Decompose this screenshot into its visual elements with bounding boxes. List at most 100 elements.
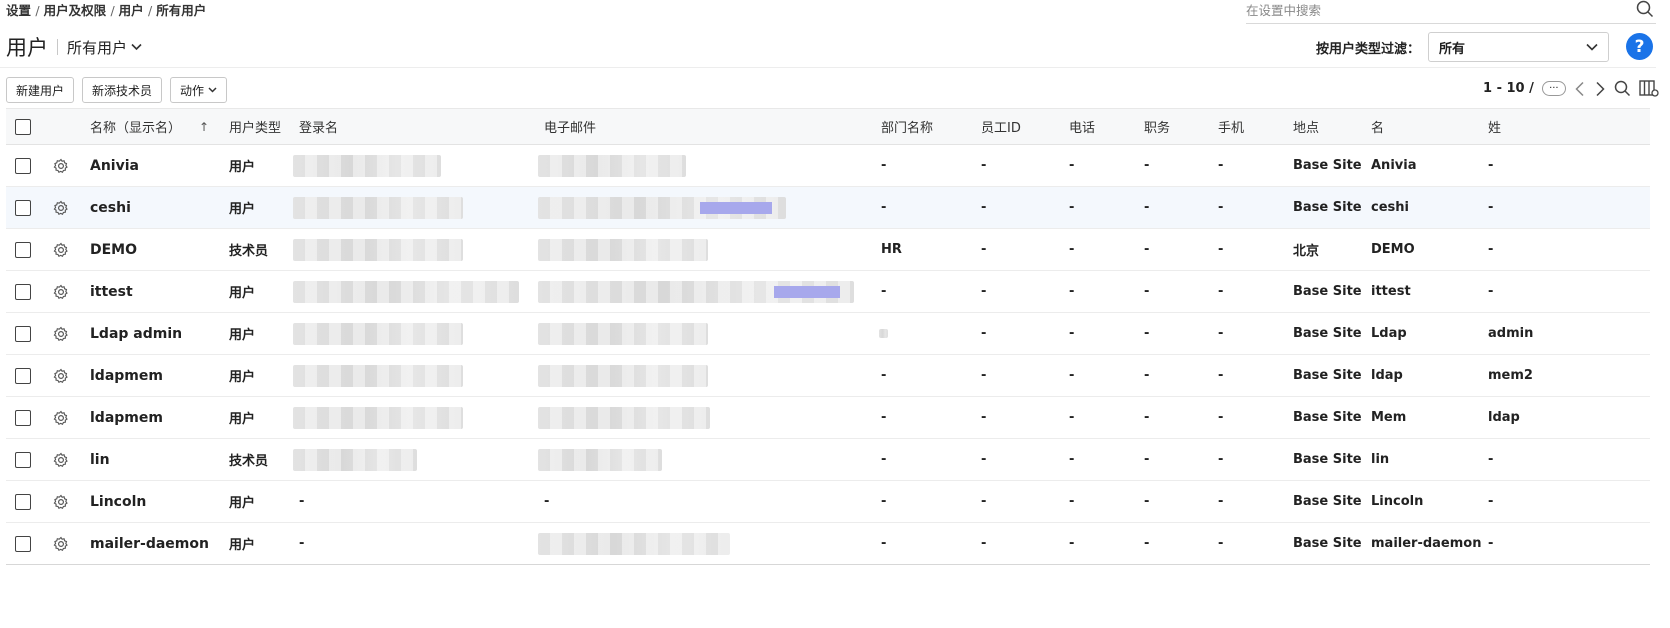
row-select-cell	[15, 481, 31, 522]
gear-icon[interactable]	[53, 410, 69, 426]
table-row[interactable]: mailer-daemon 用户 - - - - - - Base Site mailer-dae…	[6, 523, 1650, 565]
gear-icon[interactable]	[53, 536, 69, 552]
breadcrumb-users-permissions[interactable]: 用户及权限	[44, 3, 107, 18]
column-header-login[interactable]: 登录名	[299, 109, 338, 144]
gear-icon[interactable]	[53, 452, 69, 468]
breadcrumb-settings[interactable]: 设置	[6, 3, 31, 18]
user-name-link[interactable]: lin	[90, 439, 110, 480]
first-name-cell: lin	[1371, 452, 1390, 467]
row-checkbox[interactable]	[15, 493, 31, 510]
column-header-site[interactable]: 地点	[1293, 109, 1319, 144]
table-row[interactable]: Ldap admin 用户 - - - - Base Site Ldap admin	[6, 313, 1650, 355]
employee-id-cell: -	[981, 452, 987, 467]
column-chooser-icon[interactable]	[1639, 80, 1659, 97]
actions-button[interactable]: 动作	[170, 77, 228, 103]
row-checkbox[interactable]	[15, 325, 31, 342]
search-icon[interactable]	[1614, 80, 1631, 97]
user-type-cell: 用户	[229, 370, 256, 385]
gear-icon[interactable]	[53, 368, 69, 384]
column-header-last-name[interactable]: 姓	[1488, 109, 1501, 144]
user-name-link[interactable]: ldapmem	[90, 397, 163, 438]
last-name-cell: -	[1488, 494, 1494, 509]
table-row[interactable]: ldapmem 用户 - - - - - Base Site ldap mem2	[6, 355, 1650, 397]
site-cell: Base Site	[1293, 494, 1362, 509]
redacted-value	[293, 448, 417, 471]
phone-cell: -	[1069, 200, 1075, 215]
department-cell: -	[881, 368, 887, 383]
column-header-employee-id[interactable]: 员工ID	[981, 109, 1021, 144]
column-header-job-title[interactable]: 职务	[1144, 109, 1170, 144]
view-selector[interactable]: 所有用户	[67, 37, 142, 58]
user-name-link[interactable]: ldapmem	[90, 355, 163, 396]
last-name-cell: -	[1488, 284, 1494, 299]
column-header-first-name[interactable]: 名	[1371, 109, 1384, 144]
user-name-link[interactable]: ceshi	[90, 187, 131, 228]
row-checkbox[interactable]	[15, 409, 31, 426]
row-settings-cell	[53, 397, 69, 438]
column-header-mobile[interactable]: 手机	[1218, 109, 1244, 144]
settings-search-input[interactable]	[1246, 1, 1606, 20]
first-name-cell: Lincoln	[1371, 494, 1424, 509]
employee-id-cell: -	[981, 368, 987, 383]
gear-icon[interactable]	[53, 326, 69, 342]
job-title-cell: -	[1144, 536, 1150, 551]
row-checkbox[interactable]	[15, 157, 31, 174]
first-name-cell: Mem	[1371, 410, 1407, 425]
row-checkbox[interactable]	[15, 535, 31, 552]
chevron-down-icon	[131, 43, 142, 51]
site-cell: 北京	[1293, 244, 1320, 259]
table-row[interactable]: ldapmem 用户 - - - - - Base Site Mem ldap	[6, 397, 1650, 439]
column-header-department[interactable]: 部门名称	[881, 109, 933, 144]
column-header-email[interactable]: 电子邮件	[544, 109, 596, 144]
login-cell	[293, 229, 463, 270]
column-header-name[interactable]: 名称（显示名） ↑	[90, 109, 209, 144]
site-cell: Base Site	[1293, 368, 1362, 383]
job-title-cell: -	[1144, 368, 1150, 383]
pager-total-button[interactable]: ···	[1541, 81, 1566, 96]
user-name-link[interactable]: mailer-daemon	[90, 523, 209, 564]
table-row[interactable]: Lincoln 用户 - - - - - - - Base Site Lincoln -	[6, 481, 1650, 523]
login-cell	[293, 145, 441, 186]
user-type-filter[interactable]: 所有	[1428, 32, 1609, 62]
first-name-cell: Ldap	[1371, 326, 1407, 341]
new-user-button[interactable]: 新建用户	[6, 77, 75, 103]
email-cell: -	[544, 494, 550, 509]
column-header-phone[interactable]: 电话	[1069, 109, 1095, 144]
last-name-cell: -	[1488, 452, 1494, 467]
row-checkbox[interactable]	[15, 199, 31, 216]
gear-icon[interactable]	[53, 242, 69, 258]
user-name-link[interactable]: DEMO	[90, 229, 137, 270]
gear-icon[interactable]	[53, 494, 69, 510]
column-header-type[interactable]: 用户类型	[229, 109, 281, 144]
add-technician-button[interactable]: 新添技术员	[82, 77, 163, 103]
row-checkbox[interactable]	[15, 283, 31, 300]
user-name-link[interactable]: Ldap admin	[90, 313, 182, 354]
user-name-link[interactable]: ittest	[90, 271, 133, 312]
row-select-cell	[15, 229, 31, 270]
table-row[interactable]: ceshi 用户 - - - - - Base Site ceshi -	[6, 187, 1650, 229]
breadcrumb-users[interactable]: 用户	[119, 3, 144, 18]
mobile-cell: -	[1218, 452, 1224, 467]
user-name-link[interactable]: Anivia	[90, 145, 139, 186]
gear-icon[interactable]	[53, 158, 69, 174]
table-row[interactable]: Anivia 用户 - - - - - Base Site Anivia -	[6, 145, 1650, 187]
table-row[interactable]: lin 技术员 - - - - - Base Site lin -	[6, 439, 1650, 481]
gear-icon[interactable]	[53, 284, 69, 300]
next-page-icon[interactable]	[1594, 81, 1606, 97]
user-name-link[interactable]: Lincoln	[90, 481, 146, 522]
phone-cell: -	[1069, 158, 1075, 173]
row-checkbox[interactable]	[15, 451, 31, 468]
row-checkbox[interactable]	[15, 241, 31, 258]
gear-icon[interactable]	[53, 200, 69, 216]
header-divider	[0, 67, 1656, 68]
select-all-checkbox[interactable]	[15, 118, 31, 135]
row-checkbox[interactable]	[15, 367, 31, 384]
table-row[interactable]: DEMO 技术员 HR - - - - 北京 DEMO -	[6, 229, 1650, 271]
email-cell	[538, 355, 708, 396]
redacted-value	[293, 364, 463, 387]
search-icon[interactable]	[1636, 0, 1654, 22]
site-cell: Base Site	[1293, 536, 1362, 551]
previous-page-icon[interactable]	[1574, 81, 1586, 97]
help-button[interactable]: ?	[1626, 33, 1653, 60]
table-row[interactable]: ittest 用户 - - - - - Base Site ittest -	[6, 271, 1650, 313]
